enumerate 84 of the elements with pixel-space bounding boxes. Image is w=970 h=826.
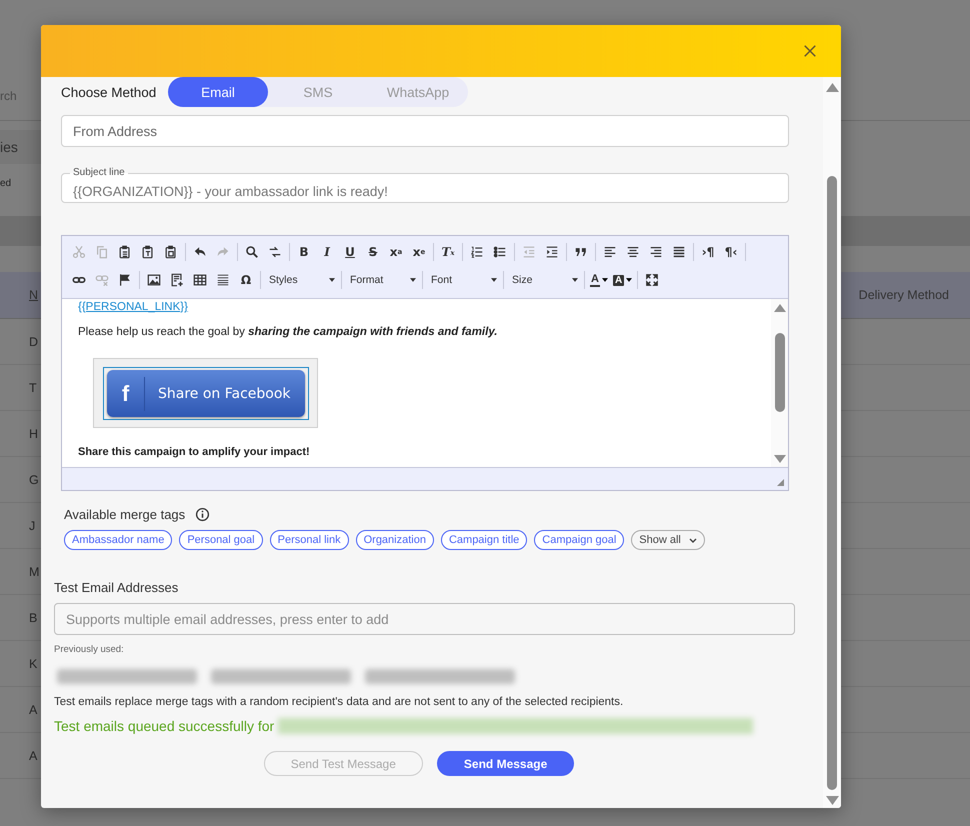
success-message: Test emails queued successfully for [54, 718, 274, 734]
resize-grip-icon[interactable] [777, 479, 784, 486]
align-center-icon[interactable] [626, 245, 640, 259]
table-cell: J [29, 518, 36, 532]
merge-tag[interactable]: Personal link [270, 530, 349, 550]
horizontal-rule-icon[interactable] [216, 273, 230, 287]
table-cell: G [29, 472, 39, 486]
toolbar-button[interactable]: ¶‹ [720, 241, 742, 263]
subject-field[interactable]: Subject line {{ORGANIZATION}} - your ambassador link is ready! [61, 167, 789, 203]
template-icon[interactable] [170, 273, 184, 287]
caret-icon [329, 278, 335, 282]
toolbar-button[interactable]: U [339, 241, 361, 263]
replace-icon[interactable] [268, 245, 282, 259]
table-cell: D [29, 334, 38, 348]
show-all-button[interactable]: Show all [631, 530, 705, 550]
align-left-icon[interactable] [603, 245, 617, 259]
clipboard-icon[interactable] [141, 245, 155, 259]
table-cell: M [29, 564, 40, 578]
share-button[interactable]: f Share on Facebook [107, 370, 305, 417]
table-cell: H [29, 426, 38, 440]
table-cell: A [29, 702, 38, 716]
caret-icon [572, 278, 578, 282]
merge-tag-link[interactable]: {{PERSONAL_LINK}} [78, 299, 188, 315]
toolbar-dropdown[interactable]: Size [507, 270, 581, 290]
table-cell: T [29, 380, 37, 394]
method-tab[interactable]: Email [168, 77, 268, 107]
text-color-button[interactable]: A [588, 270, 610, 290]
image-icon[interactable] [147, 273, 161, 287]
scrollbar-thumb[interactable] [827, 176, 837, 790]
indent-icon[interactable] [545, 245, 559, 259]
from-address-field[interactable]: From Address [61, 115, 789, 147]
chevron-down-icon [688, 538, 697, 542]
toolbar-dropdown[interactable]: Font [426, 270, 500, 290]
toolbar-button[interactable]: x$^{e}$ [408, 241, 430, 263]
merge-tag[interactable]: Organization [356, 530, 434, 550]
toolbar-button[interactable]: S [362, 241, 384, 263]
scroll-down-icon[interactable] [826, 796, 838, 805]
caret-icon [410, 278, 416, 282]
maximize-icon[interactable] [645, 273, 660, 287]
paragraph: Share this campaign to amplify your impact! [78, 446, 310, 458]
scroll-up-icon[interactable] [774, 304, 786, 312]
caret-icon [626, 278, 632, 282]
numbered-list-icon[interactable] [470, 245, 484, 259]
toolbar-button[interactable]: Ω [235, 269, 257, 291]
table-cell: B [29, 610, 38, 624]
status-text: ed [0, 178, 12, 189]
field-label: Subject line [72, 167, 126, 179]
toolbar-dropdown[interactable]: Styles [264, 270, 338, 290]
toolbar-button[interactable]: ›¶ [697, 241, 719, 263]
search-icon[interactable] [245, 245, 259, 259]
toolbar-button[interactable]: I [316, 241, 338, 263]
scrollbar-thumb[interactable] [774, 333, 784, 412]
info-icon[interactable] [195, 506, 210, 522]
paragraph: Please help us reach the goal by sharing the campaign with friends and family. [78, 325, 498, 339]
merge-tag[interactable]: Ambassador name [64, 530, 172, 550]
background-color-button[interactable]: A [610, 270, 634, 290]
quote-icon[interactable] [574, 245, 588, 259]
clipboard-icon[interactable] [164, 245, 178, 259]
merge-tag[interactable]: Personal goal [179, 530, 263, 550]
scroll-up-icon[interactable] [826, 83, 838, 92]
caret-icon [602, 278, 608, 282]
toolbar-dropdown[interactable]: Format [345, 270, 419, 290]
close-icon[interactable] [803, 44, 817, 58]
toolbar-button[interactable]: B [293, 241, 315, 263]
caret-icon [491, 278, 497, 282]
field-label: Choose Method [61, 84, 158, 100]
merge-tag[interactable]: Campaign goal [534, 530, 624, 550]
table-cell: K [29, 656, 38, 670]
clipboard-icon[interactable] [118, 245, 132, 259]
section-label: Available merge tags [64, 506, 186, 522]
send-button[interactable]: Send Message [436, 751, 574, 776]
bulleted-list-icon[interactable] [493, 245, 507, 259]
scroll-down-icon[interactable] [774, 455, 786, 463]
align-right-icon[interactable] [649, 245, 663, 259]
help-text: Test emails replace merge tags with a random recipient's data and are not sent to any of the selected recipients. [54, 695, 624, 709]
flag-icon[interactable] [118, 273, 132, 287]
table-icon[interactable] [193, 273, 207, 287]
caption: Previously used: [54, 644, 125, 656]
table-cell: A [29, 748, 38, 762]
justify-icon[interactable] [672, 245, 686, 259]
subject-input[interactable]: {{ORGANIZATION}} - your ambassador link is ready! [73, 179, 777, 203]
email-input-field[interactable]: Supports multiple email addresses, press enter to add [54, 603, 795, 635]
section-label: Test Email Addresses [54, 578, 180, 596]
merge-tag[interactable]: Campaign title [440, 530, 528, 550]
